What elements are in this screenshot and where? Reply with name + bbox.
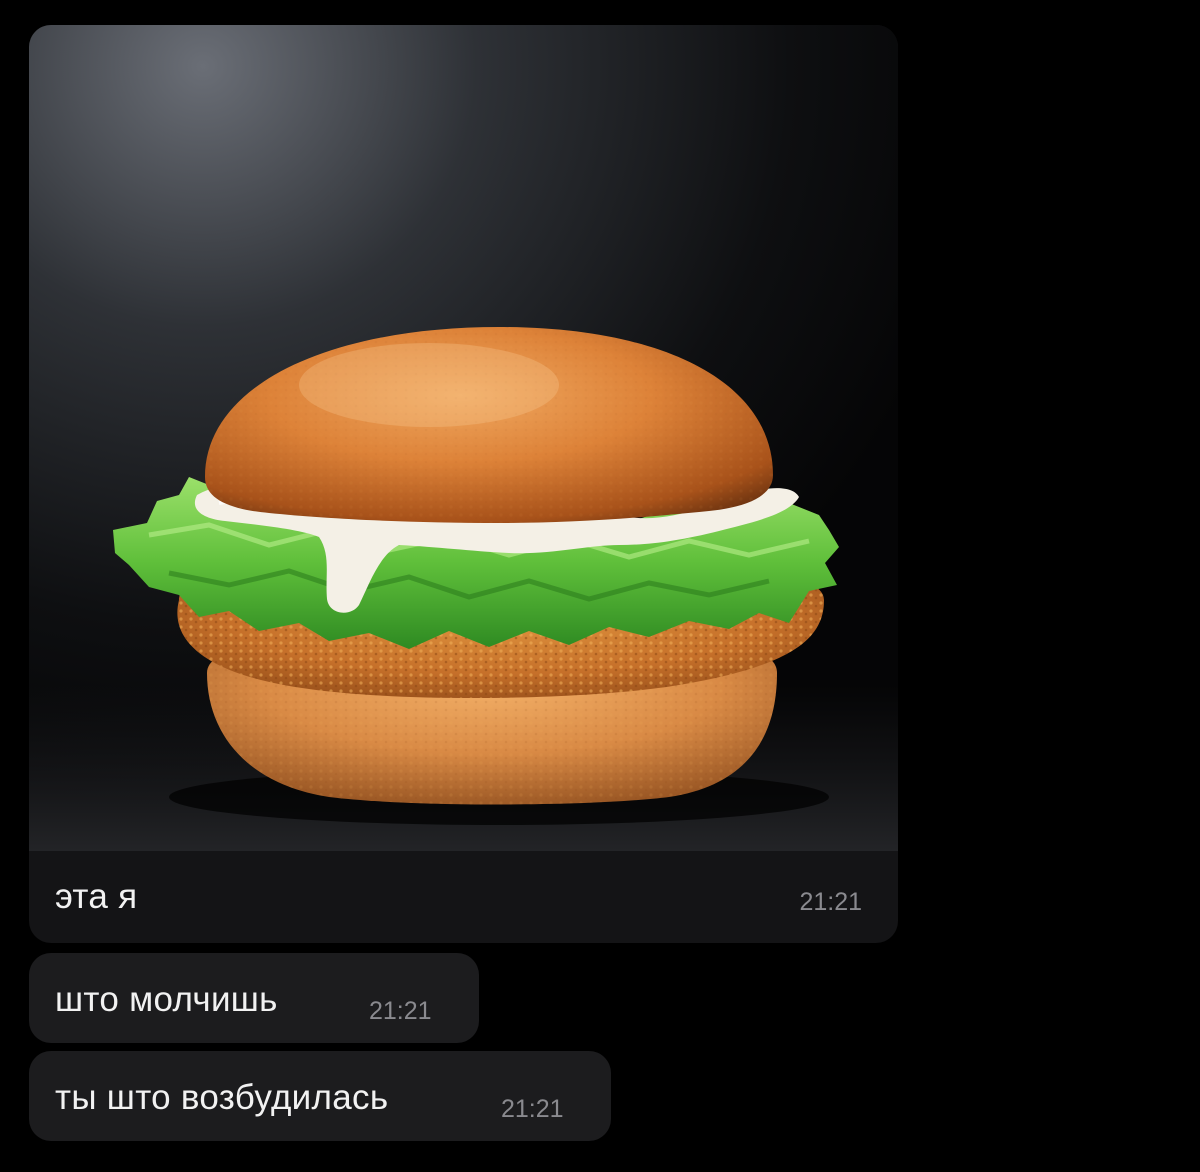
- message-bubble[interactable]: ты што возбудилась 21:21: [29, 1051, 611, 1141]
- message-text: што молчишь: [55, 980, 278, 1019]
- message-text: ты што возбудилась: [55, 1078, 389, 1117]
- message-time: 21:21: [369, 997, 432, 1025]
- message-time: 21:21: [501, 1095, 564, 1123]
- message-text: эта я: [55, 877, 138, 916]
- burger-photo[interactable]: [29, 25, 898, 851]
- message-time: 21:21: [799, 888, 862, 916]
- message-bubble[interactable]: што молчишь 21:21: [29, 953, 479, 1043]
- photo-caption-row: эта я 21:21: [29, 851, 898, 943]
- photo-message-bubble[interactable]: эта я 21:21: [29, 25, 898, 943]
- chat-thread: эта я 21:21 што молчишь 21:21 ты што воз…: [0, 0, 1200, 1172]
